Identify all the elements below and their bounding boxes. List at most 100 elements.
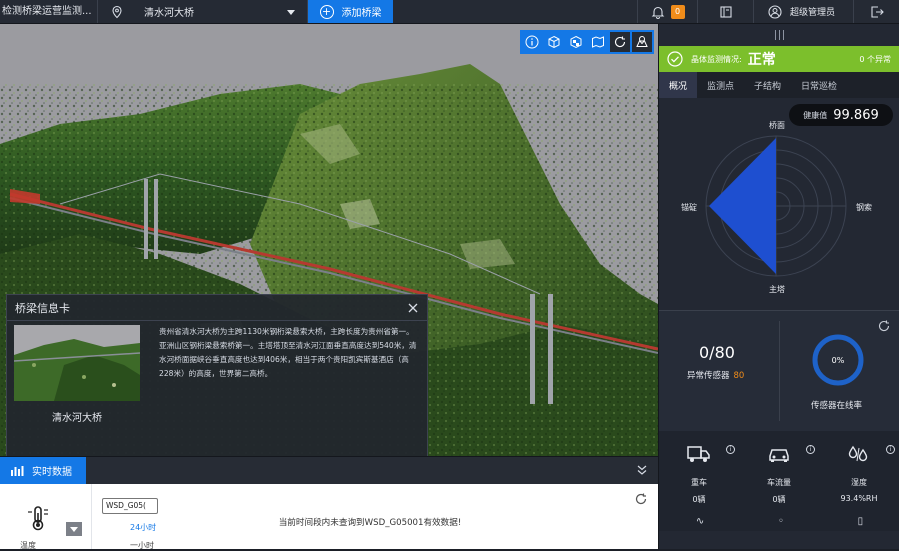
sensor-type-label: 温度 — [20, 541, 36, 550]
radar-label-deck: 桥面 — [769, 121, 785, 130]
info-icon[interactable]: i — [806, 445, 815, 454]
abnormal-sensor-total: 80 — [733, 371, 745, 381]
range-1h-option[interactable]: 一小时 — [130, 540, 154, 551]
bridge-3d-view[interactable]: 桥梁信息卡 清水河大桥 贵州省清水河大桥为主跨1130米钢桁梁悬索大桥，主跨长度… — [0, 24, 658, 456]
realtime-data-panel: 温度 WSD_G05( 24小时 一小时 当前时间段内未查询到WSD_G0500… — [0, 484, 658, 551]
refresh-icon[interactable] — [877, 319, 891, 333]
realtime-data-bar: 实时数据 — [0, 456, 658, 484]
range-24h-option[interactable]: 24小时 — [130, 522, 156, 533]
health-label: 健康值 — [803, 110, 828, 120]
view-toolbar — [520, 30, 654, 54]
bridge-thumbnail-image — [14, 325, 140, 401]
book-icon — [719, 5, 732, 18]
right-panel: 晶体监测情况: 正常 0 个异常 概况 监测点 子结构 日常巡检 健康值 99.… — [658, 24, 899, 549]
car-icon — [769, 449, 789, 462]
traffic-stats: i 重车 0辆 i 车流量 0辆 i 湿度 93.4%RH ∿ ◦ ▯ — [659, 431, 899, 531]
map-icon — [592, 36, 604, 48]
chevron-down-icon — [287, 10, 295, 15]
more-stats-row: ∿ ◦ ▯ — [659, 511, 899, 531]
radar-label-anchor: 锚碇 — [681, 203, 697, 212]
user-menu[interactable]: 超级管理员 — [753, 0, 853, 23]
radar-area-fill — [709, 138, 776, 274]
top-bar: 检测桥梁运营监测... 清水河大桥 + 添加桥梁 0 超级管理员 — [0, 0, 899, 24]
info-icon[interactable]: i — [886, 445, 895, 454]
humidity-icon — [848, 445, 868, 462]
bell-icon — [651, 6, 664, 19]
checker-cube-icon — [570, 35, 582, 49]
alert-count-badge: 0 — [670, 4, 685, 19]
notifications-button[interactable]: 0 — [637, 0, 697, 23]
panel-resize-handle[interactable] — [659, 24, 899, 46]
info-card-header: 桥梁信息卡 — [7, 295, 427, 321]
location-pin-icon — [112, 5, 122, 18]
overall-status-bar: 晶体监测情况: 正常 0 个异常 — [659, 46, 899, 72]
map-view-button[interactable] — [588, 32, 608, 52]
info-card-bridge-name: 清水河大桥 — [52, 413, 102, 424]
tab-overview[interactable]: 概况 — [659, 72, 698, 98]
refresh-icon — [614, 36, 626, 48]
sensor-select[interactable]: WSD_G05( — [102, 498, 158, 514]
thermometer-icon — [28, 506, 48, 531]
user-avatar-icon — [768, 4, 782, 19]
status-label: 晶体监测情况: — [691, 54, 742, 64]
online-rate-value: 0% — [832, 356, 845, 365]
info-card-title: 桥梁信息卡 — [15, 301, 70, 315]
map-pin-icon — [636, 35, 648, 47]
tab-substructure[interactable]: 子结构 — [744, 72, 791, 98]
stat-traffic-flow[interactable]: i 车流量 0辆 — [739, 441, 819, 505]
tab-daily-inspection[interactable]: 日常巡检 — [791, 72, 847, 98]
online-rate-label: 传感器在线率 — [811, 401, 863, 411]
logout-button[interactable] — [853, 0, 899, 23]
tab-monitoring-points[interactable]: 监测点 — [697, 72, 744, 98]
stat-humidity[interactable]: i 湿度 93.4%RH — [819, 441, 899, 503]
gauge-icon: ▯ — [857, 515, 864, 527]
stat-value: 93.4%RH — [840, 494, 878, 503]
truck-icon — [687, 446, 710, 462]
info-icon — [525, 35, 539, 49]
online-rate-ring: 0% — [812, 334, 864, 386]
health-value: 99.869 — [833, 107, 879, 123]
sensor-type-selector: 温度 — [0, 484, 92, 550]
abnormal-count: 0 个异常 — [859, 54, 891, 64]
bridge-selector-value: 清水河大桥 — [144, 8, 194, 19]
bridge-thumbnail — [14, 325, 140, 401]
info-icon[interactable]: i — [726, 445, 735, 454]
stat-value: 0辆 — [692, 495, 706, 504]
add-bridge-button[interactable]: + 添加桥梁 — [308, 0, 393, 23]
radar-label-cable: 钢索 — [856, 203, 872, 212]
texture-view-button[interactable] — [566, 32, 586, 52]
info-card-description: 贵州省清水河大桥为主跨1130米钢桁梁悬索大桥，主跨长度为贵州省第一。亚洲山区钢… — [159, 327, 417, 378]
health-value-pill: 健康值 99.869 — [789, 104, 893, 126]
check-circle-icon — [667, 51, 683, 67]
sensor-type-dropdown-button[interactable] — [66, 522, 82, 536]
reset-view-button[interactable] — [610, 32, 630, 52]
sensor-summary: 0/80 异常传感器 80 0% 传感器在线率 — [659, 311, 899, 431]
info-view-button[interactable] — [522, 32, 542, 52]
location-view-button[interactable] — [632, 32, 652, 52]
app-title: 检测桥梁运营监测... — [0, 0, 98, 23]
model-view-button[interactable] — [544, 32, 564, 52]
status-value: 正常 — [747, 52, 776, 68]
abnormal-sensor-label: 异常传感器 80 — [687, 369, 744, 381]
add-bridge-label: 添加桥梁 — [341, 8, 382, 19]
bridge-selector[interactable]: 清水河大桥 — [98, 0, 308, 23]
abnormal-sensor-text: 异常传感器 — [687, 371, 730, 381]
realtime-data-tab[interactable]: 实时数据 — [0, 457, 86, 484]
stat-heavy-vehicles[interactable]: i 重车 0辆 — [659, 441, 739, 505]
close-icon[interactable] — [407, 302, 419, 314]
bar-chart-icon — [11, 465, 24, 476]
stat-label: 车流量 — [767, 478, 791, 487]
wind-icon: ∿ — [695, 515, 705, 527]
radar-label-tower: 主塔 — [769, 285, 785, 294]
logout-icon — [870, 5, 884, 18]
realtime-data-label: 实时数据 — [32, 467, 72, 478]
double-chevron-down-icon[interactable] — [636, 464, 648, 476]
bridge-info-card: 桥梁信息卡 清水河大桥 贵州省清水河大桥为主跨1130米钢桁梁悬索大桥，主跨长度… — [6, 294, 428, 456]
no-data-message: 当前时间段内未查询到WSD_G05001有效数据! — [278, 518, 462, 528]
health-radar: 健康值 99.869 桥面 钢索 主塔 锚碇 — [659, 98, 899, 310]
book-button[interactable] — [697, 0, 753, 23]
refresh-icon[interactable] — [634, 492, 648, 506]
user-name: 超级管理员 — [790, 8, 836, 18]
stat-label: 湿度 — [851, 478, 867, 487]
stat-label: 重车 — [691, 478, 707, 487]
